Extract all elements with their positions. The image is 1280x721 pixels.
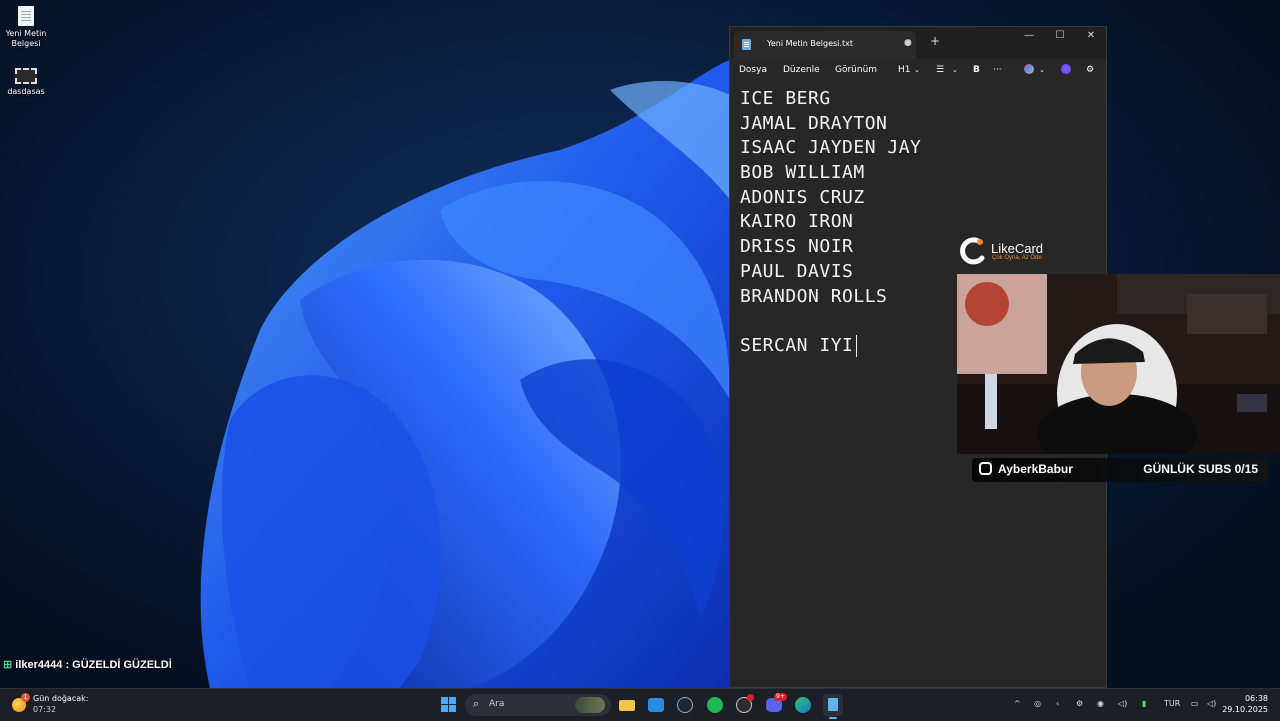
text-line: ICE BERG xyxy=(740,88,831,109)
sponsor-name: LikeCard xyxy=(991,241,1044,256)
weather-widget[interactable]: 1 Gün doğacak: 07:32 xyxy=(12,693,102,717)
text-line: ADONIS CRUZ xyxy=(740,186,865,208)
more-options-button[interactable]: ··· xyxy=(993,65,1002,75)
volume-icon[interactable]: ◁) xyxy=(1118,699,1127,708)
text-line: SERCAN IYI xyxy=(740,334,854,356)
start-button[interactable] xyxy=(440,696,458,714)
unsaved-indicator[interactable]: ● xyxy=(904,38,912,48)
menu-view[interactable]: Görünüm xyxy=(835,65,877,75)
microphone-icon[interactable]: ▮ xyxy=(1142,699,1146,708)
text-line: BOB WILLIAM xyxy=(740,162,865,184)
clock-time: 06:38 xyxy=(1244,694,1268,703)
network-icon[interactable]: ▭ xyxy=(1191,699,1199,708)
minimize-button[interactable]: — xyxy=(1014,30,1044,41)
chat-message: ⊞ ilker4444 : GÜZELDİ GÜZELDİ xyxy=(3,658,172,671)
taskbar-search[interactable]: ⌕ Ara xyxy=(465,694,611,716)
chevron-down-icon[interactable]: ⌄ xyxy=(952,66,958,74)
tray-app-icon[interactable]: ◎ xyxy=(1034,699,1041,708)
gear-icon[interactable]: ⚙ xyxy=(1086,65,1094,75)
desktop-icon-text-document[interactable]: Yeni Metin Belgesi xyxy=(0,6,52,49)
notepad-icon xyxy=(742,39,751,50)
search-highlight-icon xyxy=(575,697,605,713)
edge-icon[interactable] xyxy=(794,696,812,714)
notepad-taskbar-icon[interactable] xyxy=(823,694,843,719)
clock-date: 29.10.2025 xyxy=(1222,705,1268,714)
text-line: BRANDON ROLLS xyxy=(740,285,888,307)
text-line: JAMAL DRAYTON xyxy=(740,112,888,134)
account-icon[interactable] xyxy=(1061,64,1071,77)
sponsor-logo: LikeCard Çok Oyna, Az Öde xyxy=(958,236,1058,266)
text-caret xyxy=(856,334,858,357)
chat-badge-icon: ⊞ xyxy=(3,659,13,671)
discord-icon[interactable]: 9+ xyxy=(765,693,787,714)
bold-button[interactable]: B xyxy=(973,65,980,75)
chevron-down-icon[interactable]: ⌄ xyxy=(1039,66,1045,74)
text-editor[interactable]: ICE BERG JAMAL DRAYTON ISAAC JAYDEN JAY … xyxy=(740,87,921,359)
text-line: KAIRO IRON xyxy=(740,211,854,233)
desktop-icon-video[interactable]: dasdasas xyxy=(0,68,52,97)
tab-title: Yeni Metin Belgesi.txt xyxy=(767,39,853,48)
taskbar: 1 Gün doğacak: 07:32 ⌕ Ara 9+ ^ ◎ ‹ ⚙ ◉ … xyxy=(0,688,1280,721)
search-placeholder: Ara xyxy=(489,699,505,709)
instagram-icon xyxy=(979,462,992,475)
text-line xyxy=(740,309,921,334)
chat-text: : GÜZELDİ GÜZELDİ xyxy=(62,659,172,671)
desktop-icon-label: dasdasas xyxy=(7,87,45,96)
maximize-button[interactable]: ☐ xyxy=(1045,30,1075,41)
text-line: PAUL DAVIS xyxy=(740,260,854,282)
menu-edit[interactable]: Düzenle xyxy=(783,65,820,75)
tab-document[interactable]: Yeni Metin Belgesi.txt ● xyxy=(734,31,916,59)
heading-dropdown[interactable]: H1 xyxy=(898,65,911,75)
copilot-icon[interactable] xyxy=(1024,64,1034,77)
discord-badge: 9+ xyxy=(774,693,787,701)
taskbar-clock[interactable]: 06:38 29.10.2025 xyxy=(1222,693,1268,715)
chat-username: ilker4444 xyxy=(15,659,63,671)
tray-app-icon[interactable]: ⚙ xyxy=(1076,699,1083,708)
likecard-logo-icon xyxy=(960,237,985,265)
text-line: ISAAC JAYDEN JAY xyxy=(740,137,922,159)
menu-file[interactable]: Dosya xyxy=(739,65,767,75)
steam-tray-icon[interactable]: ◉ xyxy=(1097,699,1104,708)
list-icon[interactable]: ☰ xyxy=(936,65,944,75)
daily-subs-counter: GÜNLÜK SUBS 0/15 xyxy=(1143,462,1258,476)
weather-time: 07:32 xyxy=(33,705,57,714)
sponsor-tagline: Çok Oyna, Az Öde xyxy=(992,255,1042,261)
speaker-icon[interactable]: ◁) xyxy=(1207,699,1216,708)
language-indicator[interactable]: TUR xyxy=(1164,699,1180,708)
steam-icon[interactable] xyxy=(676,696,694,714)
desktop-icon-label: Yeni Metin Belgesi xyxy=(5,29,47,48)
search-icon: ⌕ xyxy=(473,697,480,710)
text-file-icon xyxy=(18,6,34,26)
notification-badge: 1 xyxy=(21,693,30,702)
webcam-image xyxy=(957,274,1280,454)
chevron-down-icon[interactable]: ⌄ xyxy=(914,66,920,74)
film-strip-icon xyxy=(15,68,37,84)
close-button[interactable]: ✕ xyxy=(1076,30,1106,41)
obs-icon[interactable] xyxy=(735,694,754,714)
photos-icon[interactable] xyxy=(647,696,665,714)
new-tab-button[interactable]: + xyxy=(930,35,940,47)
tray-app-icon[interactable]: ‹ xyxy=(1056,699,1059,708)
file-explorer-icon[interactable] xyxy=(618,696,636,714)
spotify-icon[interactable] xyxy=(706,696,724,714)
title-bar: Yeni Metin Belgesi.txt ● + — ☐ ✕ xyxy=(730,27,1106,59)
text-line: DRISS NOIR xyxy=(740,236,854,258)
streamer-label-bar: AyberkBabur GÜNLÜK SUBS 0/15 xyxy=(972,458,1268,482)
streamer-name: AyberkBabur xyxy=(998,462,1073,476)
menu-bar: Dosya Düzenle Görünüm H1 ⌄ ☰ ⌄ B ··· ⌄ ⚙ xyxy=(730,59,1106,83)
webcam-feed xyxy=(957,274,1280,454)
chevron-up-icon[interactable]: ^ xyxy=(1014,699,1021,708)
weather-title: Gün doğacak: xyxy=(33,694,89,703)
